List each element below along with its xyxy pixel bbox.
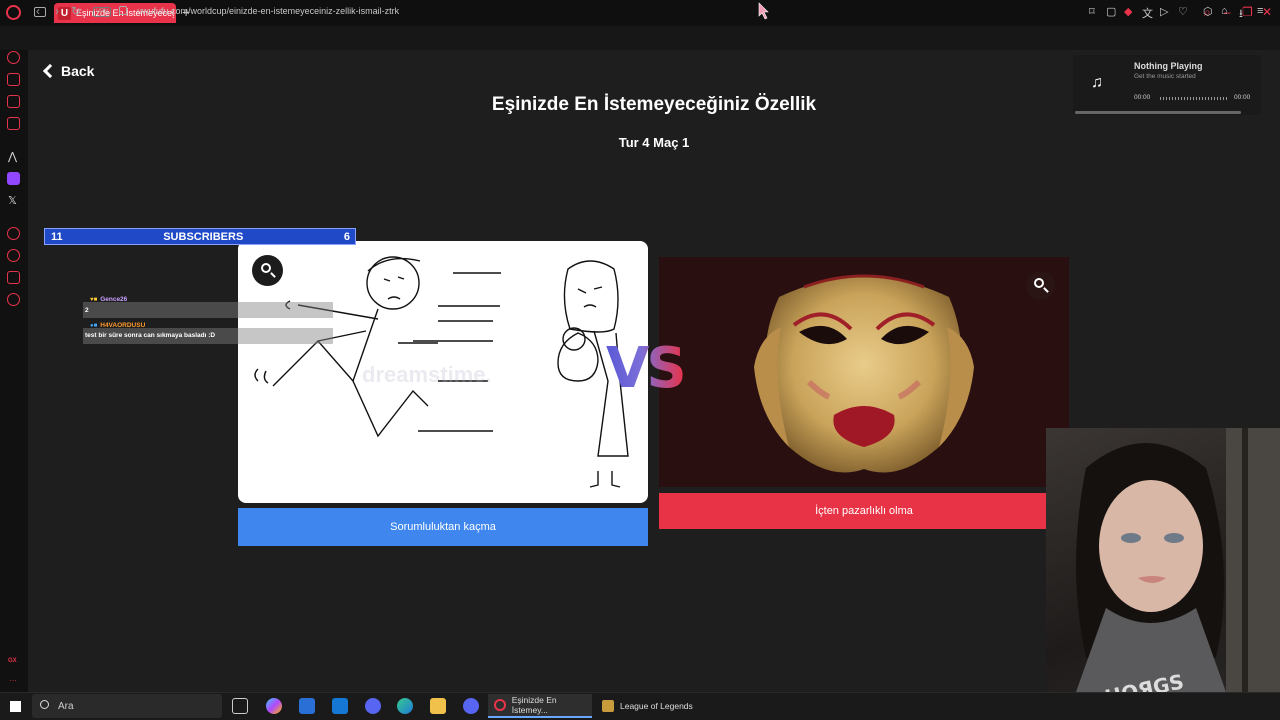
arc-icon[interactable]: ⋀ <box>8 150 17 163</box>
taskbar-app-opera[interactable]: Eşinizde En İstemey... <box>488 694 592 718</box>
subscribers-right-count: 6 <box>343 230 350 243</box>
url-field[interactable]: uwufufu.com/worldcup/einizde-en-istemeye… <box>137 6 399 16</box>
search-icon <box>40 700 49 709</box>
music-time-end: 00:00 <box>1234 94 1251 101</box>
restore-button[interactable]: ❐ <box>1242 5 1253 19</box>
gx-corner-icon[interactable] <box>7 117 20 130</box>
file-explorer-icon[interactable] <box>430 698 446 714</box>
discord-alt-icon[interactable] <box>463 698 479 714</box>
player-icon[interactable] <box>7 227 20 240</box>
zoom-in-left-icon[interactable] <box>252 255 283 286</box>
wallet-icon[interactable]: ⌂ <box>1221 5 1228 17</box>
send-icon[interactable] <box>7 271 20 284</box>
choice-card-right[interactable] <box>659 257 1069 487</box>
task-view-icon[interactable] <box>232 698 248 714</box>
settings-icon[interactable] <box>7 293 20 306</box>
messenger-icon[interactable] <box>7 95 20 108</box>
subscribers-bar: 11 SUBSCRIBERS 6 <box>44 228 356 245</box>
browser-sidebar <box>0 50 28 692</box>
music-time-start: 00:00 <box>1134 94 1151 101</box>
edge-icon[interactable] <box>397 698 413 714</box>
music-volume-bar[interactable] <box>1075 111 1241 114</box>
store-icon[interactable] <box>299 698 315 714</box>
chevron-left-icon <box>42 63 58 79</box>
outlook-icon[interactable] <box>332 698 348 714</box>
history-icon[interactable] <box>7 249 20 262</box>
heart-icon[interactable]: ♡ <box>1178 5 1188 18</box>
windows-start-icon[interactable] <box>10 701 21 712</box>
vpn-badge[interactable]: VPN <box>93 7 112 17</box>
chat-highlight <box>83 302 333 318</box>
chat-message-1: ♥■ Gence26 <box>90 296 127 303</box>
zoom-lens <box>261 263 271 273</box>
bookmark-icon[interactable]: ⌑ <box>1089 5 1095 18</box>
gx-control-icon[interactable] <box>7 51 20 64</box>
play-icon[interactable]: ▷ <box>1160 5 1168 18</box>
subscribers-label: SUBSCRIBERS <box>163 230 244 243</box>
subscribers-left-count: 11 <box>51 230 63 243</box>
twitch-icon[interactable] <box>7 172 20 185</box>
music-note-icon: ♫ <box>1091 74 1103 91</box>
taskbar-app-label: Eşinizde En İstemey... <box>511 695 557 715</box>
chat-message-2: ●■ H4VAORDUSU <box>90 322 145 329</box>
league-icon <box>602 700 614 712</box>
chat-username: H4VAORDUSU <box>100 322 146 329</box>
back-button[interactable]: Back <box>42 63 94 79</box>
music-waveform[interactable] <box>1160 97 1228 100</box>
chat-text: test bir süre sonra can sıkmaya basladı … <box>85 332 216 339</box>
webcam-overlay: HOЯGS <box>1046 428 1280 720</box>
x-twitter-icon[interactable]: 𝕏 <box>8 194 17 207</box>
download-icon[interactable]: ⭳ <box>1239 5 1243 24</box>
venetian-mask-image <box>659 257 1069 487</box>
copilot-icon[interactable] <box>266 698 282 714</box>
back-label: Back <box>61 63 95 79</box>
lock-icon[interactable] <box>119 6 127 15</box>
chat-username: Gence26 <box>100 296 128 303</box>
discord-icon[interactable] <box>365 698 381 714</box>
pocket-icon[interactable]: ◆ <box>1124 5 1132 18</box>
zoom-handle <box>270 272 276 278</box>
gx-label: GX <box>8 658 17 664</box>
zoom-lens <box>1034 278 1044 288</box>
vs-label: VS <box>606 336 687 401</box>
taskbar-app-label: League of Legends <box>620 701 693 711</box>
mouse-cursor-icon <box>758 2 769 20</box>
sidebar-more-icon[interactable]: ··· <box>9 676 17 685</box>
snapshot-icon[interactable]: ▢ <box>1106 5 1116 18</box>
chat-text: 2 <box>85 307 89 314</box>
choice-button-left[interactable]: Sorumluluktan kaçma <box>238 508 648 546</box>
opera-gx-logo-icon[interactable] <box>6 5 21 20</box>
search-placeholder: Ara <box>58 701 74 712</box>
choice-button-right[interactable]: İçten pazarlıklı olma <box>659 493 1069 529</box>
music-title: Nothing Playing <box>1134 61 1203 71</box>
translate-icon[interactable]: 文 <box>1142 5 1153 21</box>
badge-icon: ♥■ <box>90 296 98 303</box>
forward-nav-icon[interactable]: › <box>55 4 59 18</box>
menu-icon[interactable]: ≡ <box>1257 5 1263 17</box>
round-info: Tur 4 Maç 1 <box>618 135 690 150</box>
music-subtitle: Get the music started <box>1134 73 1196 80</box>
close-button[interactable]: ✕ <box>1262 5 1272 19</box>
reload-icon[interactable]: ↻ <box>71 4 81 18</box>
taskbar-app-league[interactable]: League of Legends <box>596 694 700 718</box>
uwufufu-favicon-icon: U <box>58 6 71 20</box>
streamer-webcam-image: HOЯGS <box>1066 428 1280 720</box>
address-bar <box>0 26 1280 50</box>
zoom-handle <box>1043 287 1049 293</box>
dreamstime-watermark: dreamstime. <box>362 362 492 387</box>
zoom-in-right-icon[interactable] <box>1026 271 1055 300</box>
extensions-icon[interactable]: ⬡ <box>1203 5 1213 18</box>
opera-gx-icon <box>494 699 506 711</box>
back-nav-icon[interactable]: ‹ <box>36 4 40 18</box>
badge-icon: ●■ <box>90 322 98 329</box>
gx-cleaner-icon[interactable] <box>7 73 20 86</box>
